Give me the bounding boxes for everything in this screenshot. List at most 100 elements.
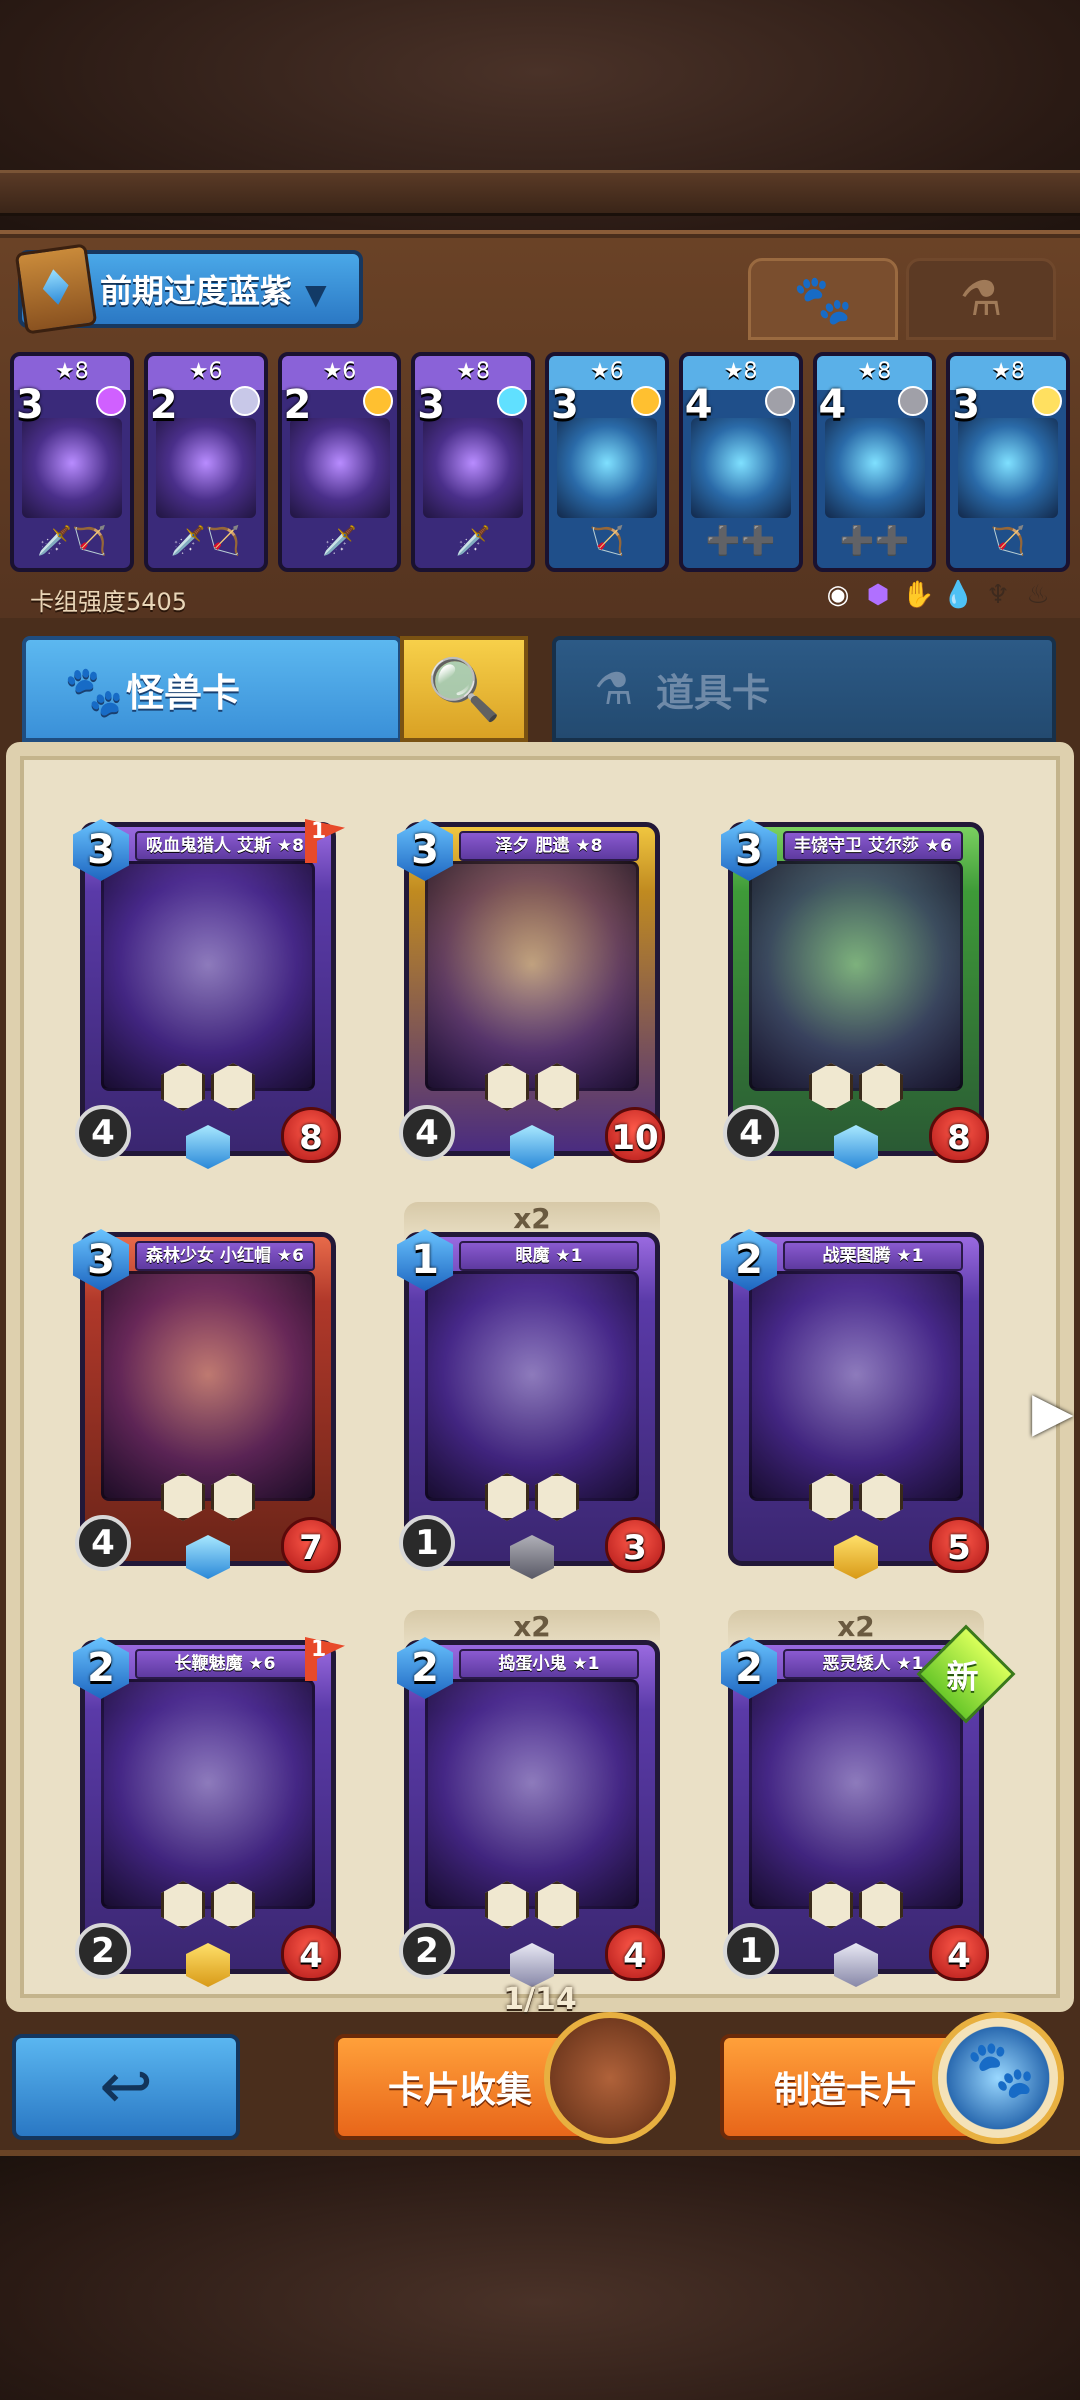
deck-name: 前期过度蓝紫	[100, 272, 293, 310]
filter-horns-icon[interactable]: ♆	[982, 580, 1014, 610]
skill-icon	[161, 1881, 205, 1929]
chevron-down-icon[interactable]: ▼	[305, 278, 327, 311]
search-button[interactable]: 🔍	[400, 636, 528, 742]
skill-icon	[161, 1063, 205, 1111]
card-skill-icons	[809, 1063, 903, 1111]
deck-card[interactable]: ★8 3 🗡️	[411, 352, 535, 572]
skill-icon	[809, 1881, 853, 1929]
filter-all-icon[interactable]: ◉	[822, 580, 854, 610]
deck-card-cost: 4	[818, 382, 847, 428]
card-attack: 4	[75, 1515, 131, 1571]
card-name: 长鞭魅魔 ★6	[135, 1649, 315, 1679]
monster-card[interactable]: 丰饶守卫 艾尔莎 ★6 3 8 4	[721, 819, 989, 1169]
card-skill-icons	[161, 1881, 255, 1929]
card-art	[101, 1271, 315, 1501]
card-name: 泽夕 肥遗 ★8	[459, 831, 639, 861]
paw-icon: 🐾	[966, 2037, 1036, 2102]
deck-card-skill-icons: 🏹	[990, 523, 1026, 557]
deck-card-art	[22, 418, 122, 518]
card-name: 眼魔 ★1	[459, 1241, 639, 1271]
monster-card[interactable]: 森林少女 小红帽 ★6 3 7 4	[73, 1229, 341, 1579]
tab-monster-cards-label: 怪兽卡	[126, 670, 241, 715]
deck-book-icon	[14, 243, 98, 335]
card-hp: 4	[281, 1925, 341, 1981]
deck-card[interactable]: ★8 4 ➕➕	[678, 352, 803, 572]
deck-card-cost: 2	[149, 382, 178, 428]
card-hp: 8	[929, 1107, 989, 1163]
filter-icons: ◉ ⬢ ✋ 💧 ♆ ♨	[822, 580, 1054, 610]
deck-card-cost: 3	[952, 382, 981, 428]
flask-icon: ⚗	[959, 271, 1003, 327]
skill-icon	[485, 1881, 529, 1929]
card-attack: 2	[399, 1923, 455, 1979]
card-skill-icons	[485, 1473, 579, 1521]
paw-icon: 🐾	[793, 271, 853, 328]
card-name: 森林少女 小红帽 ★6	[135, 1241, 315, 1271]
deck-card[interactable]: ★8 4 ➕➕	[812, 352, 937, 572]
card-name: 捣蛋小鬼 ★1	[459, 1649, 639, 1679]
deck-card-skill-icons: 🗡️	[322, 523, 357, 557]
card-collection-label: 卡片收集	[388, 2070, 533, 2111]
monster-card[interactable]: 泽夕 肥遗 ★8 3 10 4	[397, 819, 665, 1169]
deck-card-art	[557, 418, 657, 518]
tab-monster-cards[interactable]: 🐾 怪兽卡	[22, 636, 402, 742]
monster-card[interactable]: 长鞭魅魔 ★6 2 4 2 1	[73, 1637, 345, 1987]
tab-monster-deck[interactable]: 🐾	[748, 258, 898, 340]
filter-claw-icon[interactable]: ✋	[902, 580, 934, 610]
deck-card-art	[824, 418, 925, 518]
card-attack: 4	[723, 1105, 779, 1161]
deck-card-cost: 2	[283, 382, 312, 428]
deck-card[interactable]: ★8 3 🏹	[946, 352, 1070, 572]
card-art	[425, 1679, 639, 1909]
bottom-background	[0, 2150, 1080, 2400]
monster-card[interactable]: 眼魔 ★1 1 3 1	[397, 1229, 665, 1579]
card-hp: 7	[281, 1517, 341, 1573]
tab-item-cards[interactable]: ⚗ 道具卡	[552, 636, 1056, 742]
skill-icon	[161, 1473, 205, 1521]
tab-item-deck[interactable]: ⚗	[906, 258, 1056, 340]
card-art	[425, 861, 639, 1091]
back-button[interactable]: ↩	[12, 2034, 240, 2140]
deck-card-art	[958, 418, 1059, 518]
filter-purple-icon[interactable]: ⬢	[862, 580, 894, 610]
potion-jar-icon: 🐾	[932, 2012, 1064, 2144]
filter-water-icon[interactable]: 💧	[942, 580, 974, 610]
monster-card[interactable]: 吸血鬼猎人 艾斯 ★8 3 8 4 1	[73, 819, 345, 1169]
monster-card[interactable]: 捣蛋小鬼 ★1 2 4 2	[397, 1637, 665, 1987]
monster-card[interactable]: 恶灵矮人 ★1 2 4 1 新	[721, 1624, 1016, 1987]
next-page-arrow-icon[interactable]: ▶	[1032, 1380, 1074, 1443]
skill-icon	[535, 1063, 579, 1111]
skill-icon	[535, 1473, 579, 1521]
skill-icon	[211, 1881, 255, 1929]
card-art	[749, 1271, 963, 1501]
card-skill-icons	[809, 1473, 903, 1521]
gem-icon	[497, 386, 527, 416]
skill-icon	[859, 1063, 903, 1111]
flask-icon: ⚗	[594, 664, 634, 715]
card-hp: 4	[929, 1925, 989, 1981]
filter-fire-icon[interactable]: ♨	[1022, 580, 1054, 610]
card-art	[749, 1679, 963, 1909]
deck-strength-label: 卡组强度5405	[30, 588, 188, 616]
deck-card[interactable]: ★6 2 🗡️	[277, 352, 402, 572]
skill-icon	[211, 1063, 255, 1111]
card-hp: 8	[281, 1107, 341, 1163]
deck-card[interactable]: ★6 3 🏹	[545, 352, 669, 572]
deck-card[interactable]: ★6 2 🗡️🏹	[143, 352, 268, 572]
skill-icon	[809, 1063, 853, 1111]
deck-card-strip: ★8 3 🗡️🏹 ★6 2 🗡️🏹 ★6 2 🗡️ ★8 3 🗡️ ★6 3 🏹 ★8 4 ➕➕ ★8 4 ➕➕ ★8 3 🏹	[10, 352, 1070, 572]
deck-card-skill-icons: ➕➕	[839, 523, 910, 557]
deck-card-cost: 3	[551, 382, 579, 428]
monster-card[interactable]: 战栗图腾 ★1 2 5	[721, 1229, 989, 1579]
deck-card-skill-icons: 🗡️🏹	[170, 523, 241, 557]
card-hp: 5	[929, 1517, 989, 1573]
craft-card-label: 制造卡片	[774, 2070, 919, 2111]
card-art	[749, 861, 963, 1091]
gem-icon	[95, 386, 126, 416]
card-hp: 3	[605, 1517, 665, 1573]
skill-icon	[211, 1473, 255, 1521]
card-name: 丰饶守卫 艾尔莎 ★6	[783, 831, 963, 861]
deck-card[interactable]: ★8 3 🗡️🏹	[10, 352, 134, 572]
back-arrow-icon: ↩	[99, 2050, 153, 2124]
card-art	[101, 861, 315, 1091]
